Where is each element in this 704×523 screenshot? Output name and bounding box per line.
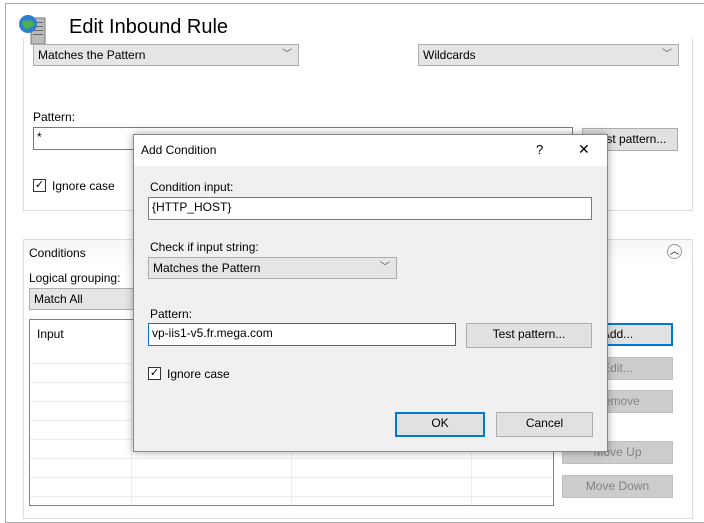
close-icon[interactable]: ✕	[578, 141, 590, 158]
page-title: Edit Inbound Rule	[69, 16, 229, 38]
logical-grouping-label: Logical grouping:	[29, 271, 121, 285]
ignore-case-checkbox[interactable]: ✓	[33, 179, 46, 192]
help-icon[interactable]: ?	[536, 142, 543, 157]
move-down-button[interactable]: Move Down	[562, 475, 673, 498]
using-value: Wildcards	[423, 48, 476, 62]
dialog-pattern-input[interactable]: vp-iis1-v5.fr.mega.com	[148, 323, 456, 346]
condition-input-label: Condition input:	[150, 180, 234, 194]
dialog-pattern-label: Pattern:	[150, 307, 193, 321]
chevron-down-icon: ﹀	[282, 49, 292, 60]
dialog-ignore-case-label: Ignore case	[167, 367, 230, 381]
requested-url-value: Matches the Pattern	[38, 48, 146, 62]
collapse-icon[interactable]: ︿	[667, 244, 682, 259]
ignore-case-label: Ignore case	[52, 179, 115, 193]
condition-input[interactable]: {HTTP_HOST}	[148, 197, 592, 220]
conditions-title: Conditions	[29, 246, 86, 260]
using-combo[interactable]: Wildcards ﹀	[418, 44, 679, 66]
pattern-label: Pattern:	[33, 110, 76, 124]
cancel-button[interactable]: Cancel	[496, 412, 593, 437]
logical-grouping-value: Match All	[34, 292, 83, 306]
add-condition-dialog: Add Condition ? ✕ Condition input: {HTTP…	[133, 134, 608, 452]
ok-button[interactable]: OK	[395, 412, 485, 437]
check-input-value: Matches the Pattern	[153, 261, 261, 275]
dialog-ignore-case-checkbox[interactable]: ✓	[148, 367, 161, 380]
column-header-input[interactable]: Input	[37, 327, 64, 341]
requested-url-combo[interactable]: Matches the Pattern ﹀	[33, 44, 299, 66]
chevron-down-icon: ﹀	[662, 49, 672, 60]
check-input-label: Check if input string:	[150, 240, 259, 254]
dialog-title: Add Condition	[141, 143, 217, 157]
dialog-test-pattern-button[interactable]: Test pattern...	[466, 323, 592, 348]
check-input-combo[interactable]: Matches the Pattern ﹀	[148, 257, 397, 279]
chevron-down-icon: ﹀	[380, 262, 390, 273]
